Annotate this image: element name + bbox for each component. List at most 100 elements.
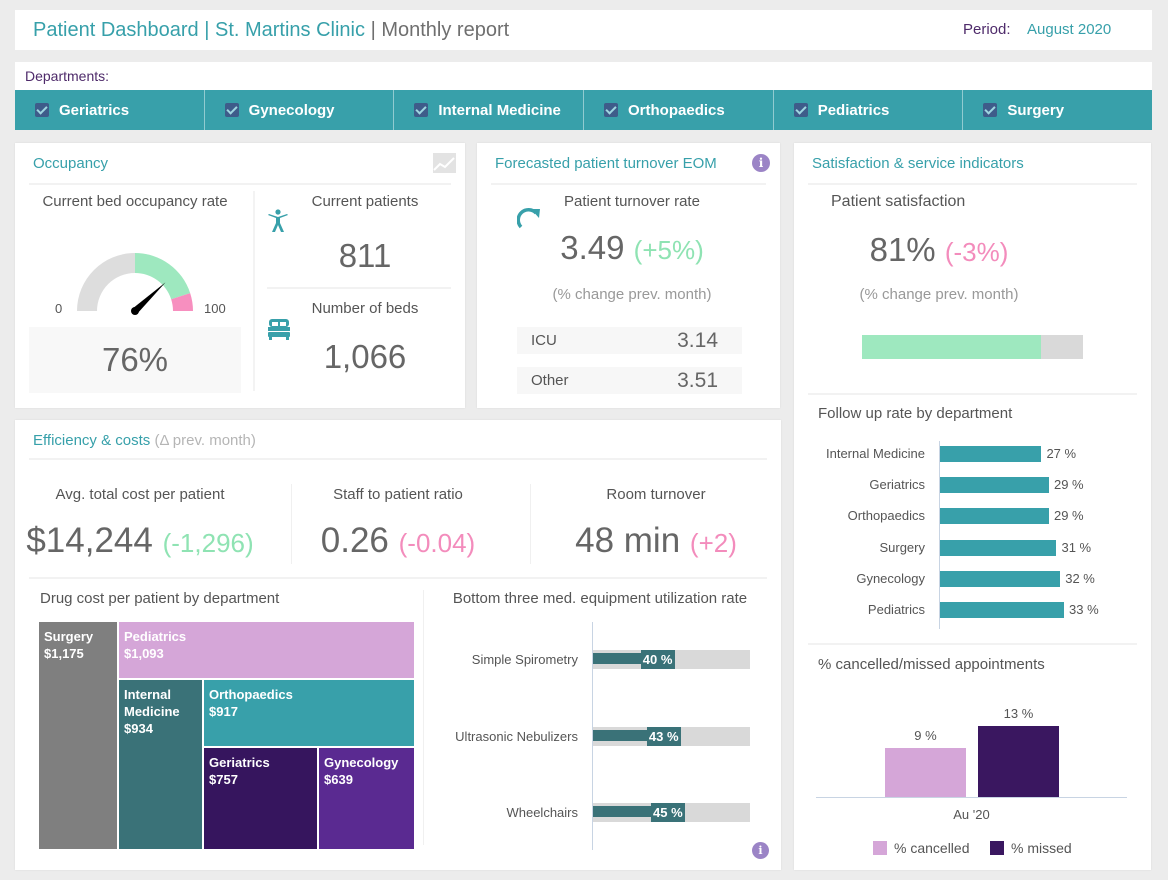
turnover-row-other: Other 3.51 bbox=[517, 367, 742, 394]
followup-category-label: Orthopaedics bbox=[847, 508, 925, 524]
turnover-card: Forecasted patient turnover EOM i Patien… bbox=[477, 143, 780, 408]
equipment-bar[interactable] bbox=[593, 729, 647, 741]
treemap-cell-value: $1,093 bbox=[124, 646, 164, 661]
drug-cost-treemap: Surgery $1,175 Pediatrics $1,093 Internal Me… bbox=[38, 621, 415, 850]
kpi-number: $14,244 bbox=[26, 521, 153, 560]
checkbox-checked-icon[interactable] bbox=[793, 103, 808, 117]
treemap-cell-label: Surgery bbox=[44, 629, 94, 644]
turnover-value: 3.49 bbox=[560, 229, 625, 266]
equipment-bar-track: 40 % bbox=[593, 650, 750, 669]
kpi-change: (+2) bbox=[689, 528, 737, 558]
treemap-cell-value: $934 bbox=[124, 721, 153, 736]
legend-item-cancelled[interactable]: % cancelled bbox=[873, 840, 970, 856]
followup-chart-title: Follow up rate by department bbox=[818, 405, 1013, 422]
kpi-room-turnover: Room turnover 48 min (+2) bbox=[531, 486, 781, 561]
treemap-cell-internal-medicine[interactable]: Internal Medicine $934 bbox=[118, 679, 203, 850]
equipment-bar[interactable] bbox=[593, 806, 651, 817]
period-selector[interactable]: August 2020 bbox=[1027, 21, 1111, 38]
turnover-rate-value: 3.49 (+5%) bbox=[517, 229, 747, 267]
cancelled-chart-title: % cancelled/missed appointments bbox=[818, 656, 1045, 673]
turnover-change: (+5%) bbox=[633, 235, 704, 265]
departments-label: Departments: bbox=[25, 68, 110, 84]
row-label: ICU bbox=[531, 332, 557, 349]
dept-label: Pediatrics bbox=[817, 101, 890, 119]
info-icon[interactable]: i bbox=[752, 842, 769, 859]
patient-satisfaction-label: Patient satisfaction bbox=[831, 193, 966, 210]
dept-checkbox-geriatrics[interactable]: Geriatrics bbox=[15, 90, 204, 130]
followup-bar[interactable] bbox=[940, 539, 1057, 556]
followup-category-label: Internal Medicine bbox=[826, 446, 925, 461]
beds-value: 1,066 bbox=[323, 338, 407, 375]
kpi-value: 0.26 (-0.04) bbox=[273, 521, 523, 561]
title-sub: Monthly report bbox=[381, 19, 510, 41]
followup-category-label: Surgery bbox=[879, 539, 925, 555]
cancelled-axis bbox=[816, 797, 1127, 798]
treemap-cell-value: $639 bbox=[324, 772, 353, 787]
header-bar: Patient Dashboard | St. Martins Clinic |… bbox=[15, 10, 1152, 50]
efficiency-title-sub: (Δ prev. month) bbox=[154, 432, 256, 449]
treemap-cell-gynecology[interactable]: Gynecology $639 bbox=[318, 747, 415, 850]
cancelled-x-label: Au '20 bbox=[953, 807, 990, 822]
treemap-cell-value: $757 bbox=[209, 772, 238, 787]
treemap-cell-label: Gynecology bbox=[324, 755, 399, 770]
equipment-category-label: Wheelchairs bbox=[506, 805, 578, 820]
dept-checkbox-gynecology[interactable]: Gynecology bbox=[203, 90, 394, 130]
efficiency-title: Efficiency & costs (Δ prev. month) bbox=[33, 432, 256, 449]
equipment-value-label: 43 % bbox=[646, 726, 681, 746]
satisfaction-title: Satisfaction & service indicators bbox=[812, 155, 1024, 172]
dept-checkbox-internal-medicine[interactable]: Internal Medicine bbox=[393, 90, 583, 130]
checkbox-checked-icon[interactable] bbox=[414, 103, 429, 117]
legend-swatch bbox=[873, 841, 887, 855]
appointments-value-label: 13 % bbox=[1003, 706, 1034, 721]
appointments-bar[interactable] bbox=[885, 747, 966, 797]
equipment-chart-title: Bottom three med. equipment utilization … bbox=[452, 590, 748, 607]
followup-axis bbox=[939, 441, 940, 629]
followup-category-label: Geriatrics bbox=[869, 477, 925, 493]
dept-checkbox-surgery[interactable]: Surgery bbox=[962, 90, 1152, 130]
equipment-bar[interactable] bbox=[593, 653, 641, 664]
kpi-label: Staff to patient ratio bbox=[333, 486, 463, 503]
title-separator: | bbox=[365, 19, 382, 41]
divider bbox=[253, 191, 255, 391]
kpi-number: 0.26 bbox=[320, 521, 389, 560]
title-main: Patient Dashboard | St. Martins Clinic bbox=[33, 19, 366, 41]
appointments-value-label: 9 % bbox=[914, 727, 937, 743]
gauge-needle-hub bbox=[131, 307, 139, 315]
info-icon[interactable]: i bbox=[752, 154, 770, 172]
divider bbox=[29, 183, 451, 185]
occupancy-gauge bbox=[77, 253, 193, 315]
legend-item-missed[interactable]: % missed bbox=[990, 840, 1072, 856]
followup-bar[interactable] bbox=[940, 602, 1064, 618]
treemap-cell-surgery[interactable]: Surgery $1,175 bbox=[38, 621, 118, 850]
checkbox-checked-icon[interactable] bbox=[604, 103, 619, 117]
followup-category-label: Pediatrics bbox=[867, 602, 925, 617]
kpi-label: Room turnover bbox=[606, 486, 706, 503]
line-chart-icon[interactable] bbox=[433, 153, 456, 173]
treemap-cell-orthopaedics[interactable]: Orthopaedics $917 bbox=[203, 679, 415, 747]
followup-bar[interactable] bbox=[940, 570, 1061, 587]
page-title: Patient Dashboard | St. Martins Clinic |… bbox=[33, 19, 509, 42]
legend-label: % missed bbox=[1011, 840, 1072, 856]
followup-bar[interactable] bbox=[940, 446, 1042, 462]
followup-bar[interactable] bbox=[940, 477, 1049, 494]
equipment-bar-track: 45 % bbox=[593, 803, 750, 822]
followup-value-label: 29 % bbox=[1053, 477, 1084, 493]
checkbox-checked-icon[interactable] bbox=[224, 103, 239, 117]
dept-label: Surgery bbox=[1007, 101, 1065, 119]
followup-bar[interactable] bbox=[940, 508, 1049, 525]
satisfaction-note: (% change prev. month) bbox=[859, 286, 1019, 303]
divider bbox=[808, 393, 1137, 395]
treemap-cell-value: $917 bbox=[209, 704, 238, 719]
dept-checkbox-pediatrics[interactable]: Pediatrics bbox=[772, 90, 963, 130]
dept-checkbox-orthopaedics[interactable]: Orthopaedics bbox=[583, 90, 773, 130]
checkbox-checked-icon[interactable] bbox=[983, 103, 998, 117]
divider bbox=[423, 590, 424, 845]
treemap-cell-label: Internal Medicine bbox=[124, 687, 180, 719]
appointments-bar[interactable] bbox=[978, 726, 1059, 797]
gauge-min-label: 0 bbox=[55, 301, 63, 316]
equipment-value-label: 40 % bbox=[640, 650, 675, 669]
treemap-cell-pediatrics[interactable]: Pediatrics $1,093 bbox=[118, 621, 415, 679]
checkbox-checked-icon[interactable] bbox=[35, 103, 49, 117]
efficiency-title-main: Efficiency & costs bbox=[33, 432, 151, 449]
treemap-cell-geriatrics[interactable]: Geriatrics $757 bbox=[203, 747, 318, 850]
